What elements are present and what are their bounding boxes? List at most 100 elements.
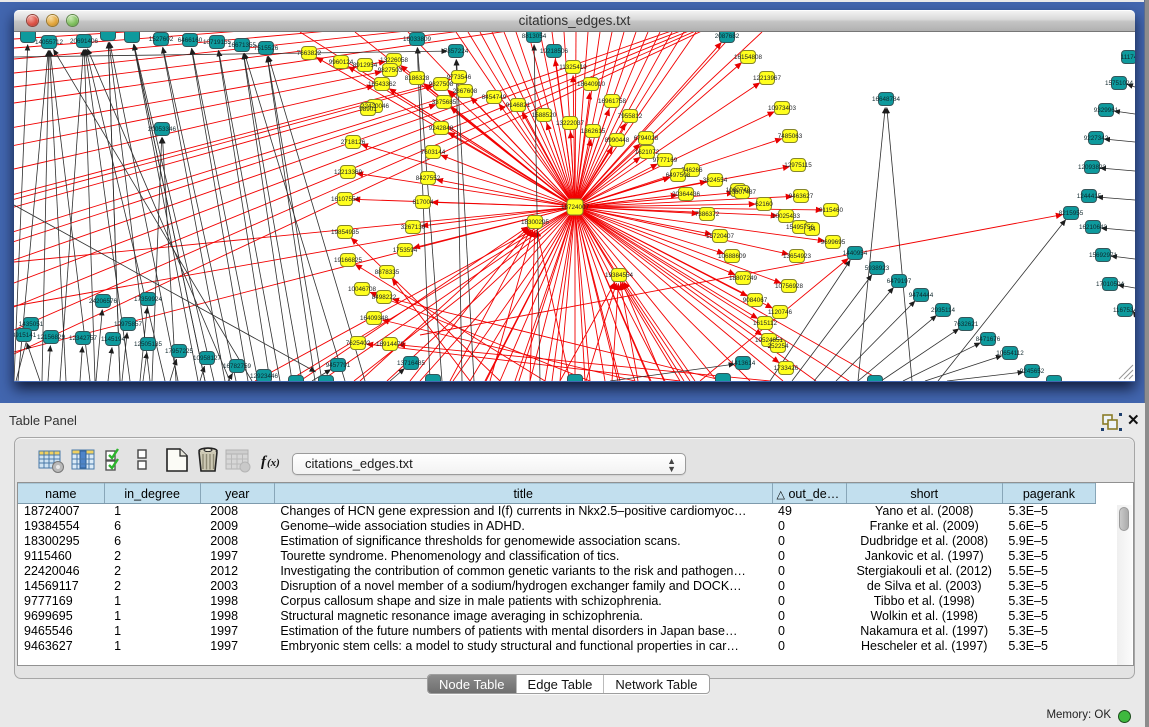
svg-text:9773546: 9773546 bbox=[447, 74, 472, 81]
svg-text:10756928: 10756928 bbox=[775, 283, 804, 290]
svg-text:1621072: 1621072 bbox=[635, 149, 660, 156]
svg-text:20053346: 20053346 bbox=[148, 126, 177, 133]
svg-text:9699695: 9699695 bbox=[821, 239, 846, 246]
svg-text:10975857: 10975857 bbox=[114, 321, 143, 328]
svg-text:15720407: 15720407 bbox=[706, 233, 735, 240]
svg-text:1244415: 1244415 bbox=[1077, 193, 1102, 200]
svg-text:12213369: 12213369 bbox=[334, 169, 363, 176]
svg-text:2087682: 2087682 bbox=[715, 33, 740, 40]
svg-text:9474444: 9474444 bbox=[909, 292, 934, 299]
svg-text:13226058: 13226058 bbox=[380, 57, 409, 64]
svg-text:1588520: 1588520 bbox=[532, 112, 557, 119]
svg-text:94: 94 bbox=[808, 226, 816, 233]
svg-text:6479197: 6479197 bbox=[887, 278, 912, 285]
svg-text:16914479: 16914479 bbox=[376, 341, 405, 348]
svg-text:16961758: 16961758 bbox=[598, 98, 627, 105]
svg-text:62160: 62160 bbox=[755, 201, 773, 208]
svg-text:9329961: 9329961 bbox=[1094, 107, 1119, 114]
svg-text:8186328: 8186328 bbox=[405, 75, 430, 82]
svg-text:2935114: 2935114 bbox=[931, 307, 956, 314]
svg-text:10688609: 10688609 bbox=[718, 253, 747, 260]
svg-text:9463627: 9463627 bbox=[789, 193, 814, 200]
svg-text:12156829: 12156829 bbox=[37, 334, 66, 341]
svg-text:8912954: 8912954 bbox=[353, 62, 378, 69]
svg-text:746266: 746266 bbox=[681, 167, 703, 174]
svg-text:16154808: 16154808 bbox=[734, 54, 763, 61]
svg-text:1167534: 1167534 bbox=[1113, 307, 1135, 314]
svg-text:20364436: 20364436 bbox=[672, 191, 701, 198]
svg-text:8454749: 8454749 bbox=[482, 94, 507, 101]
svg-text:1120746: 1120746 bbox=[768, 309, 793, 316]
svg-text:9115460: 9115460 bbox=[819, 207, 844, 214]
svg-text:18724007: 18724007 bbox=[561, 204, 590, 211]
svg-text:8427552: 8427552 bbox=[416, 175, 441, 182]
svg-text:2867608: 2867608 bbox=[453, 88, 478, 95]
svg-text:20691406: 20691406 bbox=[70, 38, 99, 45]
svg-text:18640910: 18640910 bbox=[577, 81, 606, 88]
svg-text:5938923: 5938923 bbox=[865, 265, 890, 272]
svg-text:8990448: 8990448 bbox=[605, 137, 630, 144]
svg-text:9245652: 9245652 bbox=[1020, 368, 1045, 375]
svg-text:10654112: 10654112 bbox=[996, 350, 1024, 357]
svg-text:19166825: 19166825 bbox=[334, 257, 363, 264]
svg-text:3824554: 3824554 bbox=[703, 177, 728, 184]
svg-text:12923446: 12923446 bbox=[250, 373, 279, 380]
svg-text:7632621: 7632621 bbox=[954, 321, 979, 328]
svg-text:10025433: 10025433 bbox=[772, 213, 801, 220]
svg-text:7663822: 7663822 bbox=[297, 50, 322, 57]
svg-text:19854935: 19854935 bbox=[331, 229, 360, 236]
svg-text:13716485: 13716485 bbox=[397, 360, 426, 367]
svg-text:16648784: 16648784 bbox=[872, 96, 901, 103]
svg-text:16671355: 16671355 bbox=[228, 42, 257, 49]
svg-text:17359924: 17359924 bbox=[134, 296, 163, 303]
svg-text:7515526: 7515526 bbox=[254, 45, 279, 52]
svg-text:1753594: 1753594 bbox=[393, 247, 418, 254]
svg-text:18807249: 18807249 bbox=[729, 275, 758, 282]
svg-text:7357224: 7357224 bbox=[444, 48, 469, 55]
svg-text:16782759: 16782759 bbox=[223, 363, 252, 370]
svg-text:10807487: 10807487 bbox=[728, 189, 757, 196]
svg-text:7485063: 7485063 bbox=[778, 133, 803, 140]
svg-text:7386372: 7386372 bbox=[695, 211, 720, 218]
svg-text:6794028: 6794028 bbox=[634, 135, 659, 142]
svg-text:9827503: 9827503 bbox=[378, 67, 403, 74]
svg-text:1413614: 1413614 bbox=[731, 360, 756, 367]
svg-text:12975115: 12975115 bbox=[784, 162, 812, 169]
svg-text:(x): (x) bbox=[267, 457, 280, 469]
svg-text:8498222: 8498222 bbox=[372, 294, 397, 301]
svg-text:1362615: 1362615 bbox=[581, 128, 606, 135]
svg-text:1527602: 1527602 bbox=[149, 36, 174, 43]
svg-text:14055712: 14055712 bbox=[35, 39, 64, 46]
svg-text:17010504: 17010504 bbox=[1096, 281, 1125, 288]
svg-text:24206576: 24206576 bbox=[89, 298, 118, 305]
svg-text:17957225: 17957225 bbox=[165, 348, 194, 355]
svg-text:19218506: 19218506 bbox=[540, 48, 569, 55]
svg-text:9146821: 9146821 bbox=[506, 102, 531, 109]
svg-text:7625402: 7625402 bbox=[346, 340, 371, 347]
svg-text:10046708: 10046708 bbox=[348, 286, 377, 293]
svg-text:8215955: 8215955 bbox=[1059, 210, 1084, 217]
svg-text:9242848: 9242848 bbox=[429, 125, 454, 132]
svg-text:16210643: 16210643 bbox=[1079, 224, 1108, 231]
svg-text:8878335: 8878335 bbox=[375, 269, 400, 276]
svg-text:3267130: 3267130 bbox=[401, 224, 426, 231]
svg-text:1435051: 1435051 bbox=[19, 321, 44, 328]
svg-text:1615112: 1615112 bbox=[753, 320, 778, 327]
svg-text:9960124: 9960124 bbox=[329, 59, 354, 66]
svg-text:9457791: 9457791 bbox=[326, 362, 351, 369]
svg-text:11174: 11174 bbox=[1121, 54, 1135, 61]
svg-text:6466160: 6466160 bbox=[178, 37, 203, 44]
svg-text:2718126: 2718126 bbox=[341, 139, 366, 146]
svg-text:13654923: 13654923 bbox=[783, 253, 812, 260]
svg-text:13222037: 13222037 bbox=[556, 120, 585, 127]
svg-text:18300295: 18300295 bbox=[521, 219, 550, 226]
svg-text:1145194: 1145194 bbox=[101, 336, 126, 343]
svg-text:12213967: 12213967 bbox=[753, 75, 782, 82]
svg-text:3375685: 3375685 bbox=[432, 99, 457, 106]
svg-text:9777169: 9777169 bbox=[653, 157, 678, 164]
svg-text:19384554: 19384554 bbox=[605, 272, 634, 279]
svg-text:7955812: 7955812 bbox=[618, 113, 643, 120]
svg-text:12342757: 12342757 bbox=[69, 335, 98, 342]
svg-text:16409348: 16409348 bbox=[360, 315, 389, 322]
svg-text:16033809: 16033809 bbox=[403, 36, 432, 43]
